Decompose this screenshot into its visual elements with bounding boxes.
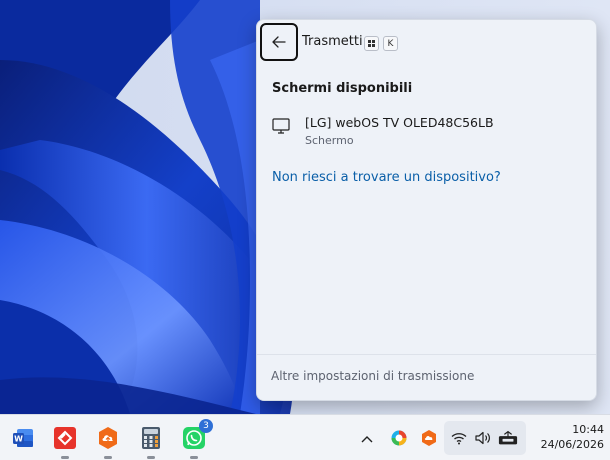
taskbar-app-calculator[interactable] (136, 423, 166, 459)
wifi-icon (449, 429, 469, 447)
flyout-header: Trasmetti K (257, 20, 596, 68)
clock[interactable]: 10:44 24/06/2026 (530, 422, 604, 452)
tray-app-copilot[interactable] (389, 428, 409, 448)
taskbar-app-whatsapp[interactable]: 3 (179, 419, 213, 459)
running-indicator (147, 456, 155, 459)
calculator-icon (142, 427, 160, 449)
word-icon: W (13, 429, 33, 447)
running-indicator (61, 456, 69, 459)
device-name: [LG] webOS TV OLED48C56LB (305, 115, 494, 130)
device-item[interactable]: [LG] webOS TV OLED48C56LB Schermo (267, 110, 587, 154)
taskbar-app-anydesk[interactable] (50, 423, 80, 459)
cast-flyout: Trasmetti K Schermi disponibili [LG] web… (256, 19, 597, 401)
cloud-upload-icon (422, 430, 436, 446)
running-indicator (104, 456, 112, 459)
shortcut-key-badge: K (383, 36, 398, 51)
more-cast-settings-link[interactable]: Altre impostazioni di trasmissione (271, 369, 474, 383)
available-displays-heading: Schermi disponibili (272, 81, 413, 96)
back-button[interactable] (260, 23, 298, 61)
notification-badge: 3 (199, 419, 213, 433)
device-type: Schermo (305, 134, 354, 147)
arrow-left-icon (272, 36, 286, 48)
clock-date: 24/06/2026 (540, 438, 604, 451)
windows-key-icon (364, 36, 379, 51)
taskbar-app-cloud[interactable] (93, 423, 123, 459)
show-hidden-icons-button[interactable] (357, 429, 377, 449)
taskbar-app-word[interactable]: W (8, 423, 38, 453)
running-indicator (19, 456, 27, 459)
anydesk-icon (54, 427, 76, 449)
volume-icon (473, 429, 493, 447)
monitor-icon (272, 118, 290, 134)
taskbar: W 3 10:44 24/06/2026 (0, 414, 610, 460)
cant-find-device-link[interactable]: Non riesci a trovare un dispositivo? (272, 170, 501, 185)
flyout-title: Trasmetti (302, 34, 363, 49)
tray-app-cloud[interactable] (419, 428, 439, 448)
copilot-icon (391, 430, 407, 446)
cast-active-icon (498, 429, 518, 447)
chevron-up-icon (361, 436, 373, 443)
quick-settings-button[interactable] (444, 421, 526, 455)
flyout-footer: Altre impostazioni di trasmissione (257, 354, 596, 400)
svg-text:W: W (14, 435, 23, 444)
clock-time: 10:44 (572, 423, 604, 436)
cloud-upload-icon (99, 427, 117, 449)
running-indicator (190, 456, 198, 459)
